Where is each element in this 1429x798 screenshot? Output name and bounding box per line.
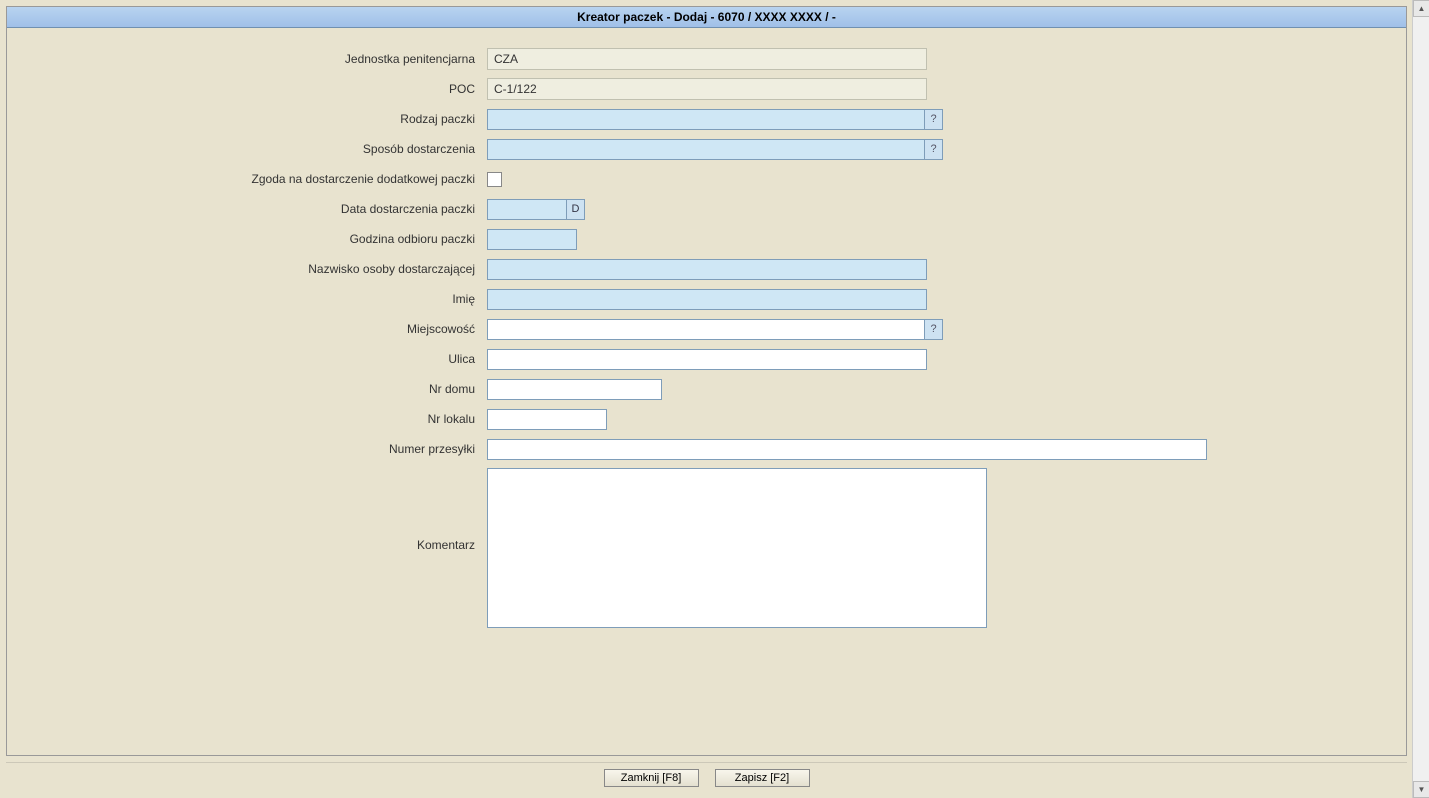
input-miejscowosc[interactable] <box>487 319 925 340</box>
input-data-dostarczenia[interactable] <box>487 199 567 220</box>
question-icon: ? <box>930 323 936 335</box>
vertical-scrollbar[interactable]: ▲ ▼ <box>1412 0 1429 798</box>
input-nr-domu[interactable] <box>487 379 662 400</box>
label-data-dostarczenia: Data dostarczenia paczki <box>47 202 487 216</box>
window-title: Kreator paczek - Dodaj - 6070 / XXXX XXX… <box>7 7 1406 28</box>
input-numer-przesylki[interactable] <box>487 439 1207 460</box>
date-picker-button[interactable]: D <box>567 199 585 220</box>
field-poc: C-1/122 <box>487 78 927 100</box>
label-godzina: Godzina odbioru paczki <box>47 232 487 246</box>
label-numer-przesylki: Numer przesyłki <box>47 442 487 456</box>
label-nr-domu: Nr domu <box>47 382 487 396</box>
label-ulica: Ulica <box>47 352 487 366</box>
textarea-komentarz[interactable] <box>487 468 987 628</box>
close-button[interactable]: Zamknij [F8] <box>604 769 699 787</box>
question-icon: ? <box>930 143 936 155</box>
input-rodzaj-paczki[interactable] <box>487 109 925 130</box>
lookup-miejscowosc-button[interactable]: ? <box>925 319 943 340</box>
label-zgoda: Zgoda na dostarczenie dodatkowej paczki <box>47 172 487 186</box>
form-body: Jednostka penitencjarna CZA POC C-1/122 … <box>7 28 1406 656</box>
label-komentarz: Komentarz <box>47 468 487 552</box>
label-rodzaj: Rodzaj paczki <box>47 112 487 126</box>
field-jednostka: CZA <box>487 48 927 70</box>
calendar-icon: D <box>572 203 580 215</box>
input-nazwisko[interactable] <box>487 259 927 280</box>
scroll-down-icon[interactable]: ▼ <box>1413 781 1429 798</box>
lookup-sposob-button[interactable]: ? <box>925 139 943 160</box>
save-button[interactable]: Zapisz [F2] <box>715 769 810 787</box>
lookup-rodzaj-button[interactable]: ? <box>925 109 943 130</box>
form-panel: Kreator paczek - Dodaj - 6070 / XXXX XXX… <box>6 6 1407 756</box>
label-jednostka: Jednostka penitencjarna <box>47 52 487 66</box>
action-bar: Zamknij [F8] Zapisz [F2] <box>6 762 1407 792</box>
label-sposob: Sposób dostarczenia <box>47 142 487 156</box>
label-nazwisko: Nazwisko osoby dostarczającej <box>47 262 487 276</box>
scroll-up-icon[interactable]: ▲ <box>1413 0 1429 17</box>
input-godzina[interactable] <box>487 229 577 250</box>
label-nr-lokalu: Nr lokalu <box>47 412 487 426</box>
input-imie[interactable] <box>487 289 927 310</box>
label-poc: POC <box>47 82 487 96</box>
checkbox-zgoda[interactable] <box>487 172 502 187</box>
input-nr-lokalu[interactable] <box>487 409 607 430</box>
input-ulica[interactable] <box>487 349 927 370</box>
input-sposob-dostarczenia[interactable] <box>487 139 925 160</box>
label-miejscowosc: Miejscowość <box>47 322 487 336</box>
label-imie: Imię <box>47 292 487 306</box>
question-icon: ? <box>930 113 936 125</box>
